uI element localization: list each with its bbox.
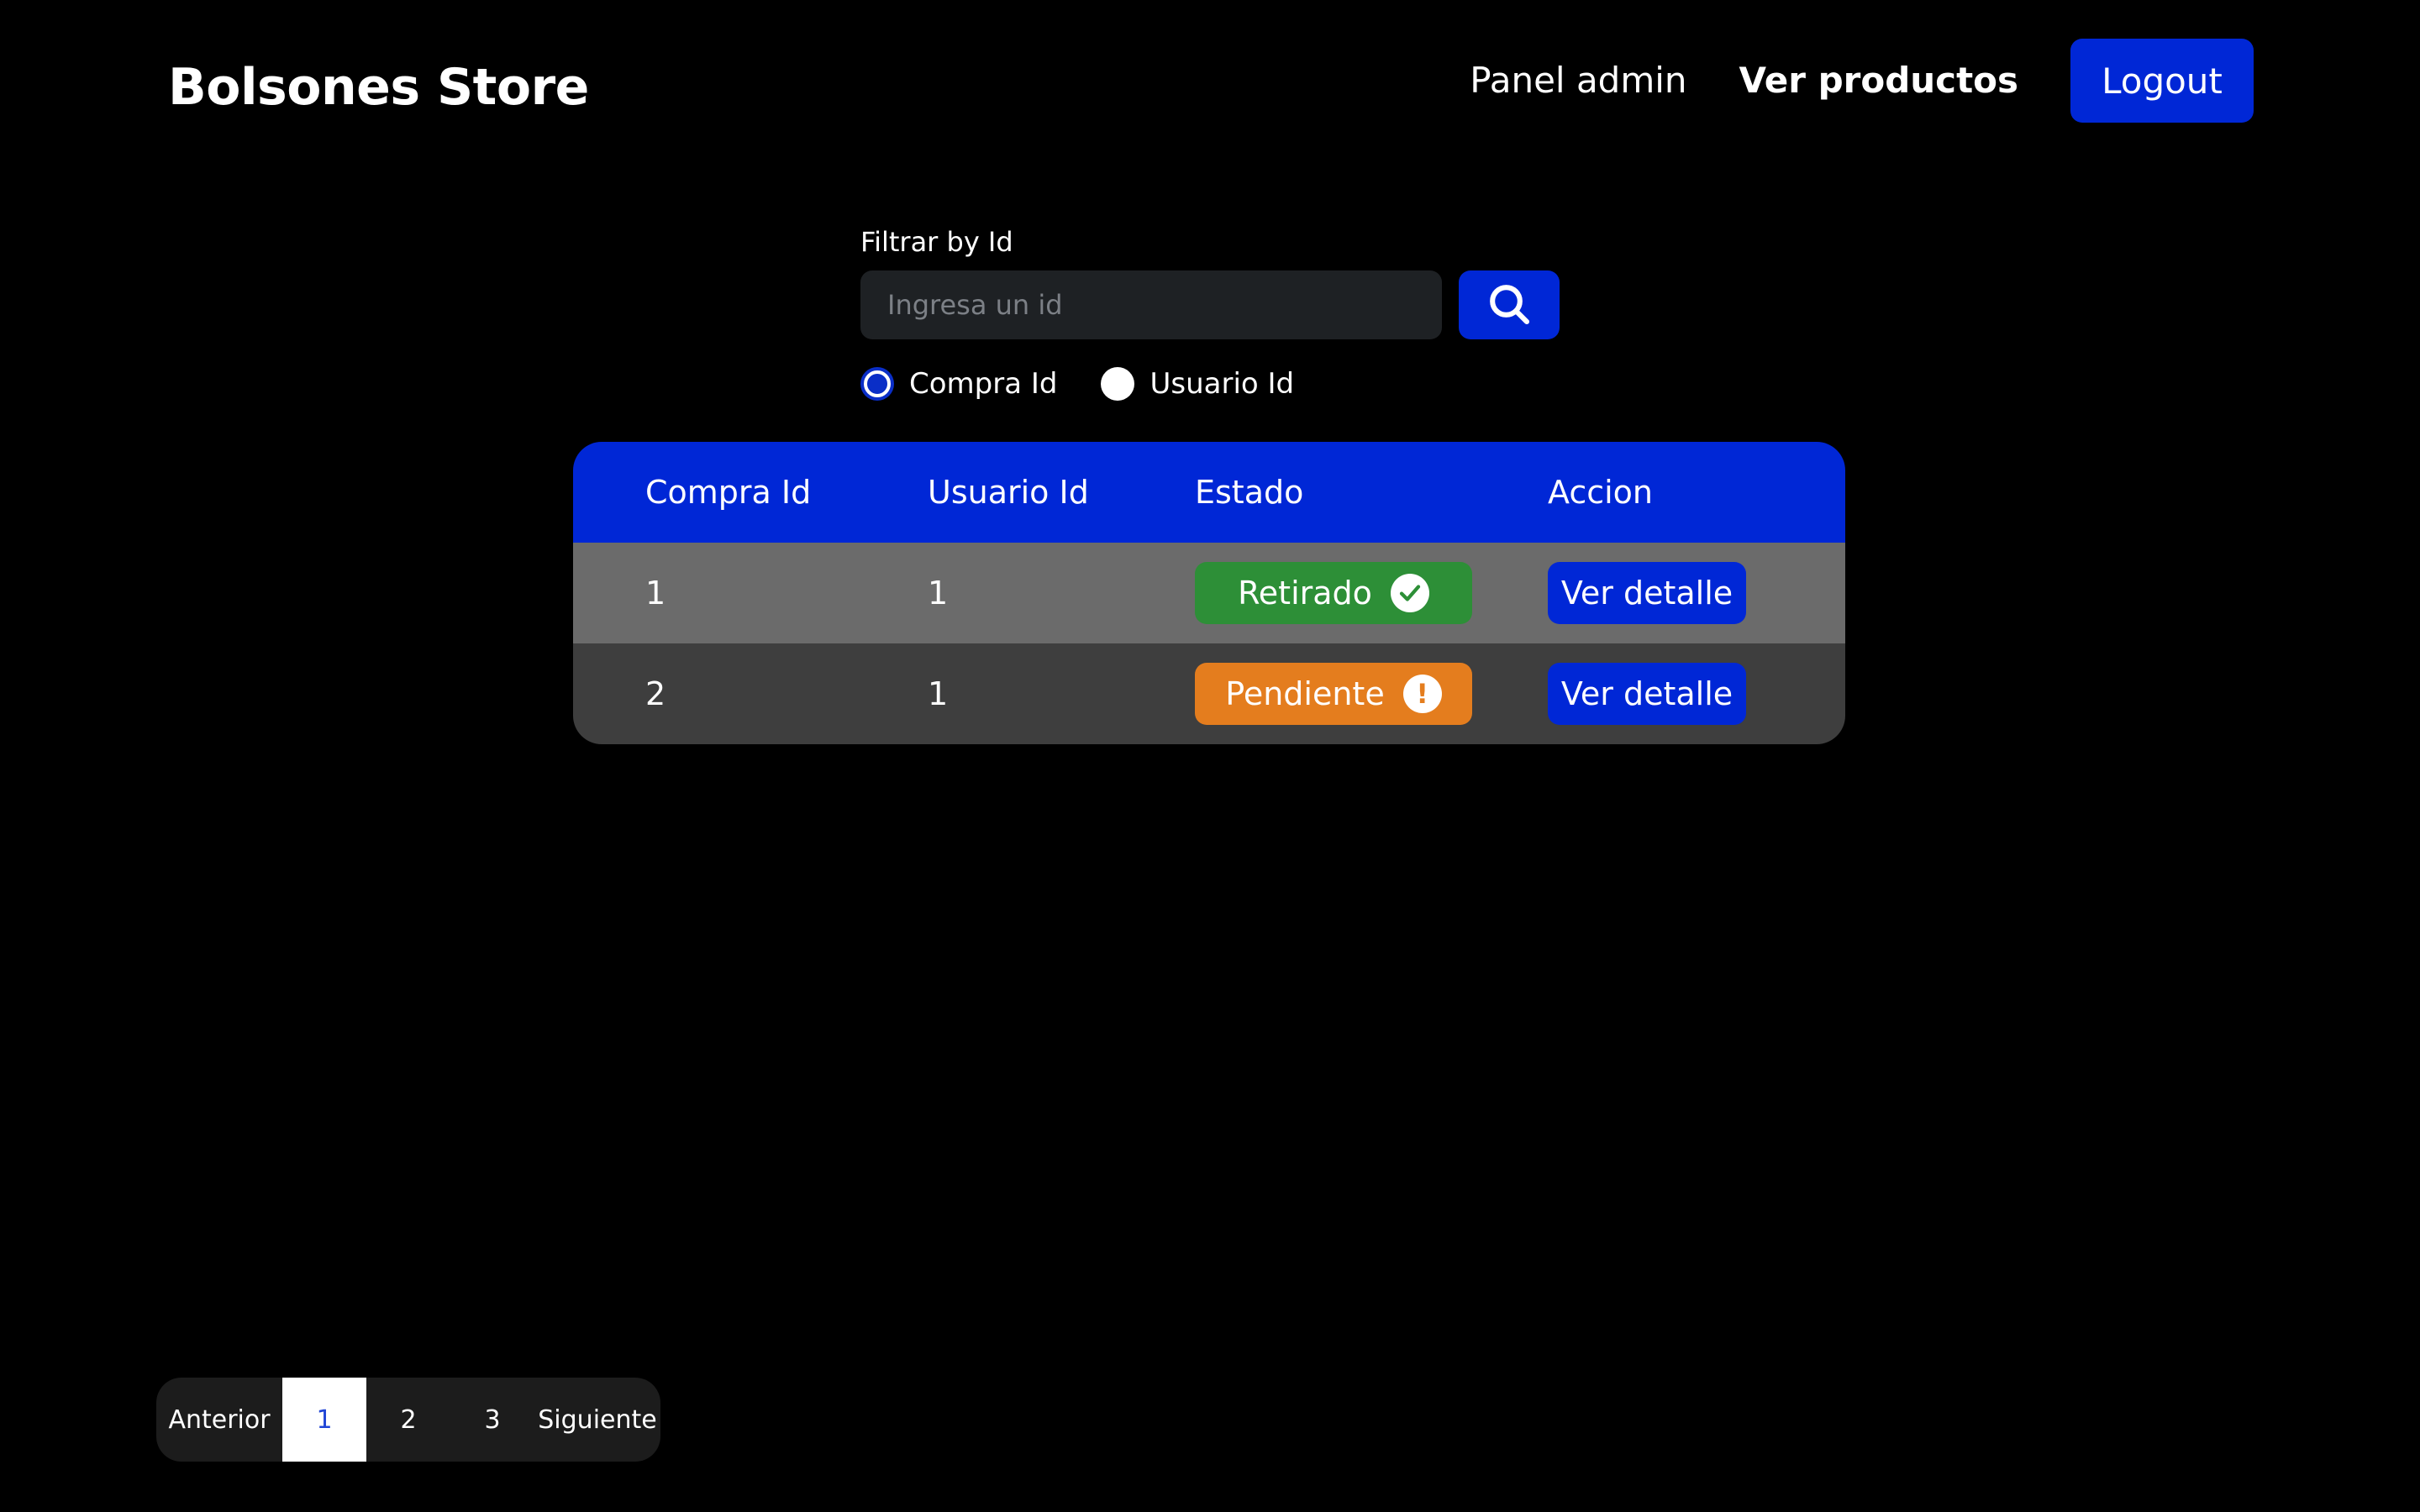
search-button[interactable] <box>1459 270 1560 339</box>
status-badge: Retirado <box>1195 562 1472 624</box>
cell-compra-id: 1 <box>645 575 666 612</box>
radio-compra-id-circle[interactable] <box>860 367 894 401</box>
status-badge-label: Retirado <box>1238 575 1372 612</box>
status-badge-label: Pendiente <box>1225 675 1385 712</box>
column-header-compra-id: Compra Id <box>645 474 812 511</box>
nav-ver-productos-link[interactable]: Ver productos <box>1739 57 2018 104</box>
column-header-estado: Estado <box>1195 474 1304 511</box>
pagination-next-button[interactable]: Siguiente <box>534 1378 660 1462</box>
logout-button[interactable]: Logout <box>2070 39 2254 123</box>
column-header-usuario-id: Usuario Id <box>928 474 1089 511</box>
search-input[interactable] <box>860 270 1442 339</box>
pagination-page-3[interactable]: 3 <box>450 1378 534 1462</box>
table-row: 1 1 Retirado Ver detalle <box>573 543 1845 643</box>
pagination-page-2[interactable]: 2 <box>366 1378 450 1462</box>
pagination-prev-button[interactable]: Anterior <box>156 1378 282 1462</box>
exclamation-circle-icon: ! <box>1402 675 1442 713</box>
orders-table: Compra Id Usuario Id Estado Accion 1 1 R… <box>573 442 1845 744</box>
cell-estado: Retirado <box>1195 543 1472 643</box>
ver-detalle-button[interactable]: Ver detalle <box>1548 562 1746 624</box>
cell-estado: Pendiente ! <box>1195 643 1472 744</box>
check-circle-icon <box>1390 574 1429 612</box>
pagination-page-1[interactable]: 1 <box>282 1378 366 1462</box>
radio-usuario-id-label: Usuario Id <box>1150 367 1295 401</box>
filter-label: Filtrar by Id <box>860 226 1013 258</box>
column-header-accion: Accion <box>1548 474 1654 511</box>
ver-detalle-button[interactable]: Ver detalle <box>1548 663 1746 725</box>
status-badge: Pendiente ! <box>1195 663 1472 725</box>
radio-compra-id[interactable]: Compra Id <box>860 365 1057 403</box>
cell-accion: Ver detalle <box>1548 643 1746 744</box>
table-header: Compra Id Usuario Id Estado Accion <box>573 442 1845 543</box>
cell-usuario-id: 1 <box>928 575 949 612</box>
table-row: 2 1 Pendiente ! Ver detalle <box>573 643 1845 744</box>
radio-usuario-id-circle[interactable] <box>1101 367 1135 401</box>
cell-usuario-id: 1 <box>928 675 949 712</box>
brand-title: Bolsones Store <box>168 58 589 117</box>
nav-panel-admin-link[interactable]: Panel admin <box>1470 57 1686 104</box>
cell-compra-id: 2 <box>645 675 666 712</box>
top-nav: Panel admin Ver productos Logout <box>1470 39 2254 123</box>
radio-usuario-id[interactable]: Usuario Id <box>1101 365 1294 403</box>
cell-accion: Ver detalle <box>1548 543 1746 643</box>
search-icon <box>1486 281 1533 330</box>
filter-type-radios: Compra Id Usuario Id <box>860 365 1338 403</box>
page: Bolsones Store Panel admin Ver productos… <box>0 0 2420 1512</box>
pagination: Anterior 1 2 3 Siguiente <box>156 1378 660 1462</box>
radio-compra-id-label: Compra Id <box>909 367 1058 401</box>
